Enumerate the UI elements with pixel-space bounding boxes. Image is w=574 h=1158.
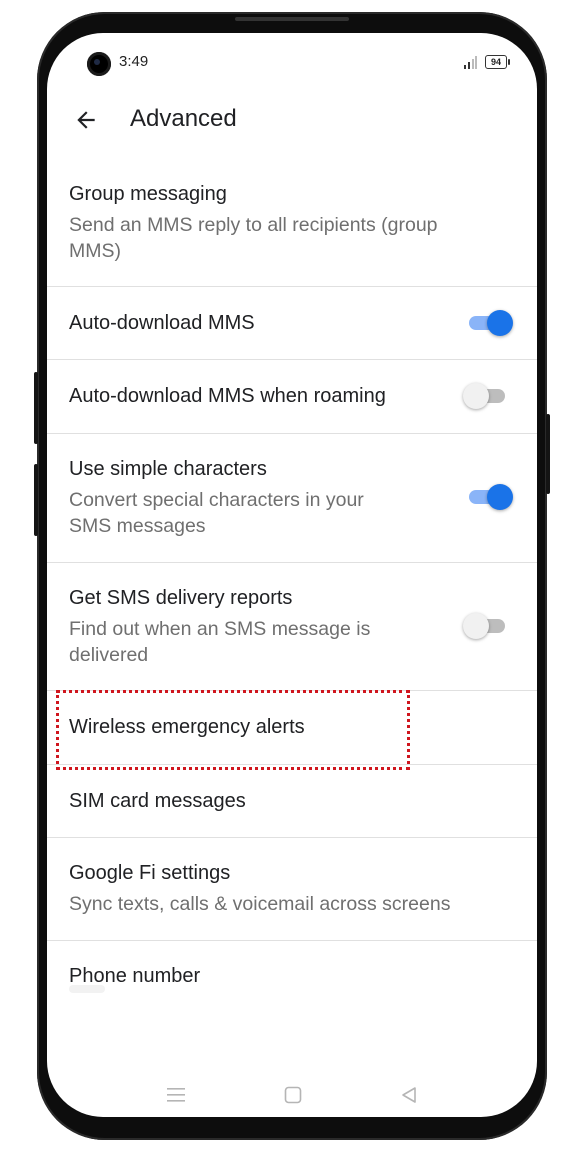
setting-title: SIM card messages xyxy=(69,790,246,812)
setting-title: Google Fi settings xyxy=(69,862,231,884)
setting-auto-download-mms[interactable]: Auto-download MMS xyxy=(47,287,537,360)
menu-icon xyxy=(167,1088,185,1102)
setting-subtitle: Find out when an SMS message is xyxy=(69,618,371,640)
setting-use-simple-characters[interactable]: Use simple characters Convert special ch… xyxy=(47,434,537,563)
setting-title: Auto-download MMS xyxy=(69,312,255,334)
setting-subtitle: Convert special characters in your xyxy=(69,489,364,511)
setting-title: Auto-download MMS when roaming xyxy=(69,385,386,407)
setting-group-messaging[interactable]: Group messaging Send an MMS reply to all… xyxy=(47,173,537,287)
toggle-thumb xyxy=(463,383,489,409)
earpiece xyxy=(235,17,349,21)
setting-title: Get SMS delivery reports xyxy=(69,587,293,609)
toggle-thumb xyxy=(487,484,513,510)
simple-characters-toggle[interactable] xyxy=(465,482,513,512)
redacted-phone-number xyxy=(69,985,105,993)
setting-subtitle: Send an MMS reply to all recipients (gro… xyxy=(69,214,438,236)
navigation-bar xyxy=(47,1073,537,1117)
delivery-reports-toggle[interactable] xyxy=(463,611,511,641)
page-title: Advanced xyxy=(130,105,237,132)
power-button xyxy=(546,414,550,494)
screen: 3:49 94 Advanced Group messaging Send an… xyxy=(47,33,537,1117)
status-time: 3:49 xyxy=(119,53,149,70)
setting-sms-delivery-reports[interactable]: Get SMS delivery reports Find out when a… xyxy=(47,563,537,691)
auto-download-roaming-toggle[interactable] xyxy=(463,381,511,411)
home-button[interactable] xyxy=(281,1083,305,1107)
setting-subtitle: Sync texts, calls & voicemail across scr… xyxy=(69,893,451,915)
toggle-thumb xyxy=(487,310,513,336)
status-bar: 3:49 94 xyxy=(47,33,537,93)
setting-title: Use simple characters xyxy=(69,458,267,480)
back-button[interactable] xyxy=(67,101,105,139)
back-nav-button[interactable] xyxy=(397,1083,421,1107)
setting-auto-download-roaming[interactable]: Auto-download MMS when roaming xyxy=(47,360,537,434)
setting-subtitle: MMS) xyxy=(69,240,121,262)
setting-phone-number[interactable]: Phone number xyxy=(47,941,537,1021)
volume-up-button xyxy=(34,372,38,444)
setting-subtitle: delivered xyxy=(69,644,149,666)
setting-title: Group messaging xyxy=(69,183,227,205)
auto-download-mms-toggle[interactable] xyxy=(465,308,513,338)
setting-title: Wireless emergency alerts xyxy=(69,716,305,738)
recents-button[interactable] xyxy=(164,1083,188,1107)
settings-list: Group messaging Send an MMS reply to all… xyxy=(47,173,537,1021)
front-camera-icon xyxy=(87,52,111,76)
home-square-icon xyxy=(284,1086,302,1104)
setting-sim-card-messages[interactable]: SIM card messages xyxy=(47,765,537,838)
back-triangle-icon xyxy=(402,1087,416,1103)
battery-icon: 94 xyxy=(485,55,510,69)
arrow-back-icon xyxy=(77,111,95,129)
volume-down-button xyxy=(34,464,38,536)
setting-wireless-emergency-alerts[interactable]: Wireless emergency alerts xyxy=(47,691,537,765)
app-bar: Advanced xyxy=(47,93,537,149)
signal-icon xyxy=(464,56,477,69)
setting-google-fi[interactable]: Google Fi settings Sync texts, calls & v… xyxy=(47,838,537,941)
setting-subtitle: SMS messages xyxy=(69,515,206,537)
toggle-thumb xyxy=(463,613,489,639)
